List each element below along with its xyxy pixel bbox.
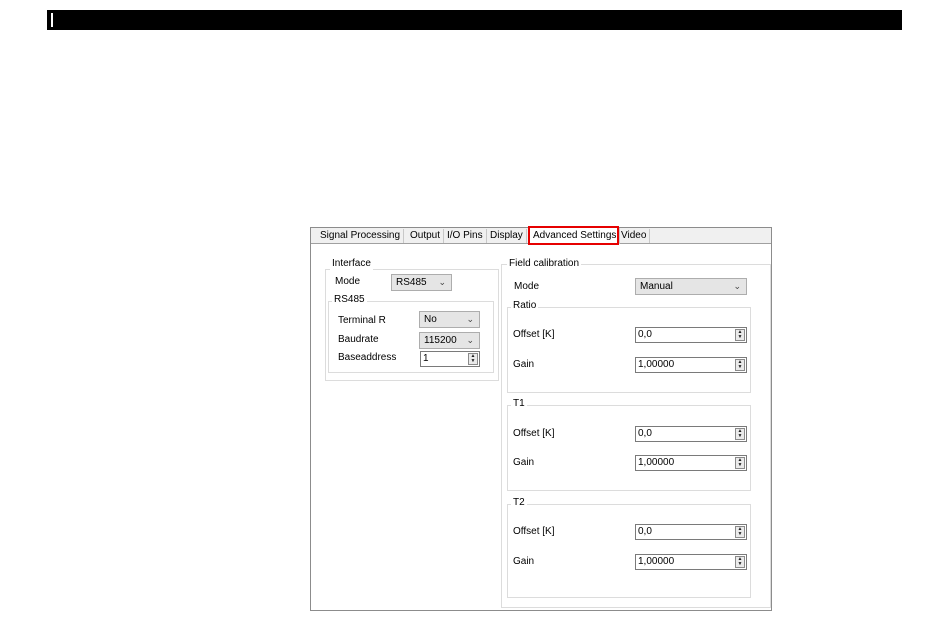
baseaddress-label: Baseaddress <box>338 352 397 363</box>
chevron-down-icon: ⌄ <box>466 314 474 324</box>
t1-offset-value: 0,0 <box>638 428 652 439</box>
ratio-group-title: Ratio <box>511 300 539 312</box>
ratio-gain-spinner[interactable]: 1,00000 ▲ ▼ <box>635 357 747 373</box>
field-calibration-title: Field calibration <box>507 258 582 270</box>
t1-offset-label: Offset [K] <box>513 428 555 439</box>
calibration-mode-value: Manual <box>640 281 673 292</box>
tab-output[interactable]: Output <box>407 229 445 243</box>
tab-video[interactable]: Video <box>618 229 651 243</box>
interface-mode-label: Mode <box>335 276 361 287</box>
tab-io-pins[interactable]: I/O Pins <box>444 229 487 243</box>
top-bar <box>47 10 902 30</box>
top-bar-mark <box>51 13 53 27</box>
baudrate-label: Baudrate <box>338 334 379 345</box>
ratio-offset-value: 0,0 <box>638 329 652 340</box>
baudrate-dropdown[interactable]: 115200 ⌄ <box>419 332 480 349</box>
ratio-offset-label: Offset [K] <box>513 329 555 340</box>
t2-offset-label: Offset [K] <box>513 526 555 537</box>
spinner-arrows-icon[interactable]: ▲ ▼ <box>735 457 745 469</box>
calibration-mode-dropdown[interactable]: Manual ⌄ <box>635 278 747 295</box>
chevron-down-icon: ⌄ <box>438 277 446 287</box>
ratio-gain-label: Gain <box>513 359 535 370</box>
spinner-arrows-icon[interactable]: ▲ ▼ <box>735 526 745 538</box>
ratio-offset-spinner[interactable]: 0,0 ▲ ▼ <box>635 327 747 343</box>
t1-group-title: T1 <box>511 398 527 410</box>
baseaddress-value: 1 <box>423 353 429 364</box>
terminal-r-dropdown[interactable]: No ⌄ <box>419 311 480 328</box>
settings-window: Signal Processing Output I/O Pins Displa… <box>310 226 772 611</box>
tab-advanced-settings[interactable]: Advanced Settings <box>530 228 621 244</box>
terminal-r-label: Terminal R <box>338 315 386 326</box>
baseaddress-spinner[interactable]: 1 ▲ ▼ <box>420 351 480 367</box>
tab-signal-processing[interactable]: Signal Processing <box>317 229 405 243</box>
chevron-down-icon: ⌄ <box>466 335 474 345</box>
t2-group <box>507 504 751 598</box>
spinner-arrows-icon[interactable]: ▲ ▼ <box>735 556 745 568</box>
t2-group-title: T2 <box>511 497 527 509</box>
t1-gain-label: Gain <box>513 457 535 468</box>
interface-mode-value: RS485 <box>396 277 427 288</box>
t2-offset-value: 0,0 <box>638 526 652 537</box>
spinner-arrows-icon[interactable]: ▲ ▼ <box>468 353 478 365</box>
ratio-gain-value: 1,00000 <box>638 359 675 370</box>
chevron-down-icon: ⌄ <box>733 281 741 291</box>
spinner-arrows-icon[interactable]: ▲ ▼ <box>735 359 745 371</box>
tab-strip: Signal Processing Output I/O Pins Displa… <box>311 226 771 245</box>
t1-gain-spinner[interactable]: 1,00000 ▲ ▼ <box>635 455 747 471</box>
spinner-arrows-icon[interactable]: ▲ ▼ <box>735 329 745 341</box>
interface-group-title: Interface <box>330 258 373 270</box>
rs485-group-title: RS485 <box>332 294 367 306</box>
terminal-r-value: No <box>424 314 437 325</box>
t1-gain-value: 1,00000 <box>638 457 675 468</box>
interface-mode-dropdown[interactable]: RS485 ⌄ <box>391 274 452 291</box>
t2-offset-spinner[interactable]: 0,0 ▲ ▼ <box>635 524 747 540</box>
baudrate-value: 115200 <box>424 335 457 346</box>
t1-group <box>507 405 751 491</box>
calibration-mode-label: Mode <box>514 281 540 292</box>
tab-display[interactable]: Display <box>487 229 527 243</box>
t2-gain-label: Gain <box>513 556 535 567</box>
t2-gain-spinner[interactable]: 1,00000 ▲ ▼ <box>635 554 747 570</box>
t2-gain-value: 1,00000 <box>638 556 675 567</box>
t1-offset-spinner[interactable]: 0,0 ▲ ▼ <box>635 426 747 442</box>
ratio-group <box>507 307 751 393</box>
spinner-arrows-icon[interactable]: ▲ ▼ <box>735 428 745 440</box>
